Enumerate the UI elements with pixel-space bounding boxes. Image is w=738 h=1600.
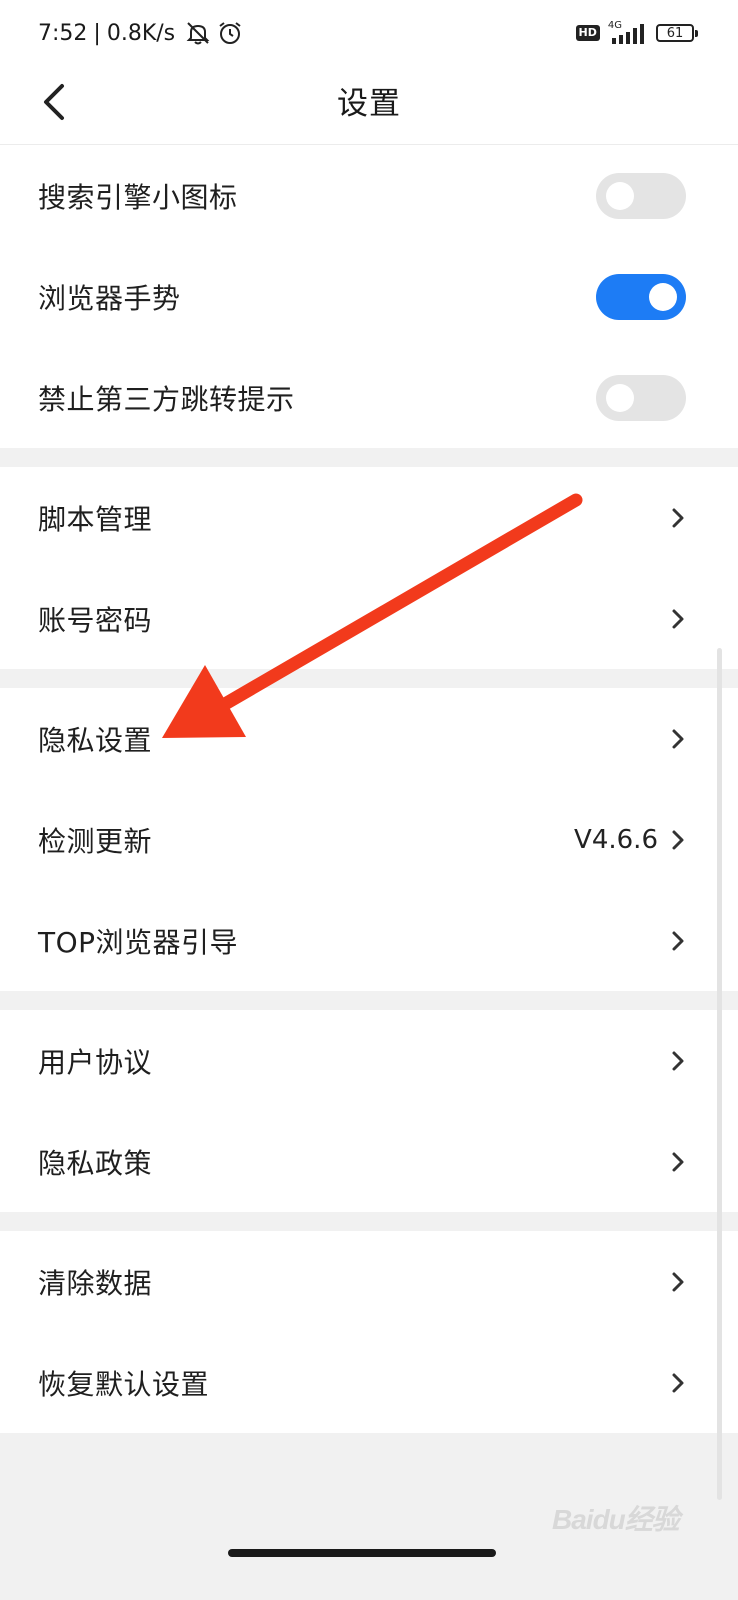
setting-row-block-redirect[interactable]: 禁止第三方跳转提示 [0,347,738,448]
setting-row-privacy-policy[interactable]: 隐私政策 [0,1111,738,1212]
status-bar-right: HD 4G 61 [575,16,698,50]
setting-label: 用户协议 [38,1045,153,1079]
chevron-right-icon [672,1152,684,1171]
toggle-settings-section: 搜索引擎小图标 浏览器手势 禁止第三方跳转提示 [0,145,738,448]
setting-row-restore-defaults[interactable]: 恢复默认设置 [0,1332,738,1433]
setting-row-search-engine-icon[interactable]: 搜索引擎小图标 [0,145,738,246]
home-indicator[interactable] [228,1549,496,1557]
chevron-right-icon [672,1051,684,1070]
setting-label: 账号密码 [38,603,153,637]
alarm-clock-icon [217,20,243,46]
scrollbar[interactable] [717,648,722,1500]
mute-bell-icon [185,20,211,46]
network-type-label: 4G [607,19,622,31]
setting-row-privacy-settings[interactable]: 隐私设置 [0,688,738,789]
setting-row-top-browser-guide[interactable]: TOP浏览器引导 [0,890,738,991]
setting-row-script-management[interactable]: 脚本管理 [0,467,738,568]
page-title: 设置 [337,86,401,122]
baidu-watermark: Baidu经验 [552,1504,680,1535]
setting-label: 恢复默认设置 [38,1367,210,1401]
setting-label: TOP浏览器引导 [38,925,239,959]
chevron-right-icon [672,1373,684,1392]
setting-label: 检测更新 [38,824,153,858]
status-separator: | [93,20,101,46]
chevron-right-icon [672,508,684,527]
version-value: V4.6.6 [574,824,658,855]
battery-icon: 61 [656,24,698,42]
chevron-right-icon [672,729,684,748]
chevron-right-icon [672,609,684,628]
setting-row-user-agreement[interactable]: 用户协议 [0,1010,738,1111]
browser-gesture-toggle[interactable] [596,273,686,320]
chevron-right-icon [672,830,684,849]
setting-row-clear-data[interactable]: 清除数据 [0,1231,738,1332]
top-app-bar: 设置 [0,64,738,145]
setting-label: 搜索引擎小图标 [38,180,238,214]
setting-row-check-update[interactable]: 检测更新 V4.6.6 [0,789,738,890]
setting-row-browser-gesture[interactable]: 浏览器手势 [0,246,738,347]
setting-label: 隐私设置 [38,723,153,757]
status-net-speed: 0.8K/s [106,20,176,46]
setting-label: 浏览器手势 [38,281,181,315]
search-engine-icon-toggle[interactable] [596,172,686,219]
privacy-update-section: 隐私设置 检测更新 V4.6.6 TOP浏览器引导 [0,688,738,991]
status-bar-left: 7:52 | 0.8K/s [38,16,243,50]
setting-label: 清除数据 [38,1266,153,1300]
chevron-right-icon [672,1272,684,1291]
status-bar: 7:52 | 0.8K/s HD 4G 61 [0,0,738,64]
data-section: 清除数据 恢复默认设置 [0,1231,738,1433]
status-time: 7:52 [38,20,88,46]
setting-row-account-password[interactable]: 账号密码 [0,568,738,669]
block-redirect-toggle[interactable] [596,374,686,421]
battery-level: 61 [666,25,684,41]
setting-label: 脚本管理 [38,502,153,536]
legal-section: 用户协议 隐私政策 [0,1010,738,1212]
chevron-right-icon [672,931,684,950]
setting-label: 隐私政策 [38,1146,153,1180]
setting-label: 禁止第三方跳转提示 [38,382,295,416]
hd-badge: HD [575,25,600,41]
script-account-section: 脚本管理 账号密码 [0,467,738,669]
